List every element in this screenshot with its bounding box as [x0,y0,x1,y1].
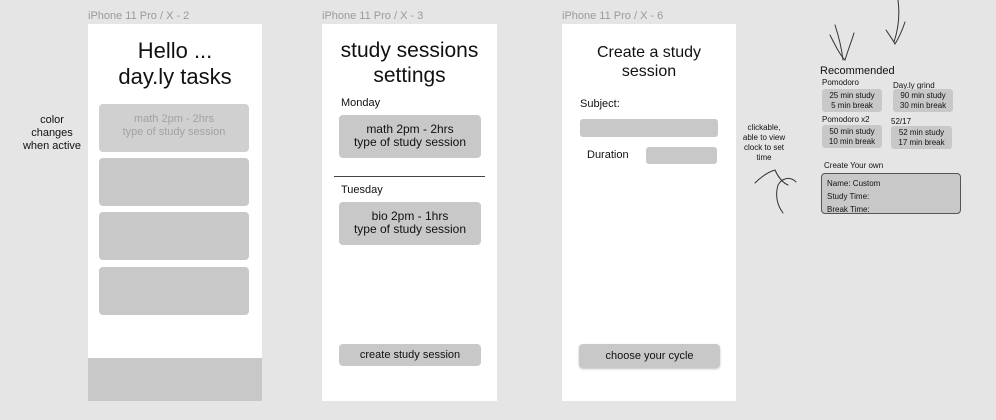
subject-label: Subject: [580,98,620,110]
create-session-screen: Create a study session Subject: Duration… [562,24,736,401]
custom-study-time[interactable]: Study Time: [827,190,960,203]
home-title-line1: Hello ... [137,38,213,63]
recommended-heading: Recommended [820,65,895,77]
divider [334,176,485,177]
session-card-tuesday[interactable]: bio 2pm - 1hrs type of study session [339,202,481,245]
home-title-line2: day.ly tasks [118,64,232,90]
pomodoro-x2-label: Pomodoro x2 [822,115,870,124]
frame-label-sessions: iPhone 11 Pro / X - 3 [322,10,424,22]
custom-preset-card[interactable]: Name: Custom Study Time: Break Time: [821,173,961,214]
task-card-empty[interactable] [99,158,249,206]
arrow-head-icon [754,169,789,186]
task-card[interactable]: math 2pm - 2hrs type of study session [99,104,249,152]
subject-input[interactable] [580,119,718,137]
duration-label: Duration [587,149,629,161]
custom-name: Name: Custom [827,179,881,188]
task-card-line2: type of study session [122,126,226,138]
frame-label-home: iPhone 11 Pro / X - 2 [88,10,190,22]
task-card-line1: math 2pm - 2hrs [133,113,215,125]
preset-52-17[interactable]: 52 min study 17 min break [891,126,952,149]
preset-pomodoro-x2[interactable]: 50 min study 10 min break [822,125,882,148]
sessions-title: study sessions settings [322,38,497,88]
choose-cycle-button[interactable]: choose your cycle [579,344,720,368]
create-study-session-button[interactable]: create study session [339,344,481,366]
sessions-title-line1: study sessions [340,39,479,62]
home-title: Hello ... day.ly tasks [88,38,262,91]
arrow-down-icon [834,24,844,61]
custom-break-time[interactable]: Break Time: [827,203,960,216]
sessions-title-line2: settings [373,64,446,88]
arrow-down-icon [893,0,900,43]
task-card-empty[interactable] [99,267,249,315]
annotation-color-changes: color changes when active [22,114,82,152]
home-screen: Hello ... day.ly tasks math 2pm - 2hrs t… [88,24,262,401]
day-label-monday: Monday [341,97,381,109]
duration-input[interactable] [646,147,717,164]
curved-arrow-icon [776,177,797,214]
session-card-monday[interactable]: math 2pm - 2hrs type of study session [339,115,481,158]
task-card-empty[interactable] [99,212,249,260]
preset-daily-grind[interactable]: 90 min study 30 min break [893,89,953,112]
r52-17-label: 52/17 [891,117,912,126]
create-session-title: Create a study session [596,44,702,81]
frame-label-create: iPhone 11 Pro / X - 6 [562,10,664,22]
arrow-head-icon [885,21,906,46]
custom-heading: Create Your own [824,161,884,170]
day-label-tuesday: Tuesday [341,184,383,196]
sessions-screen: study sessions settings Monday math 2pm … [322,24,497,401]
preset-pomodoro[interactable]: 25 min study 5 min break [822,89,882,112]
bottom-nav-bar[interactable] [88,358,262,401]
pomodoro-label: Pomodoro [822,78,859,87]
arrow-head-icon [829,32,855,61]
